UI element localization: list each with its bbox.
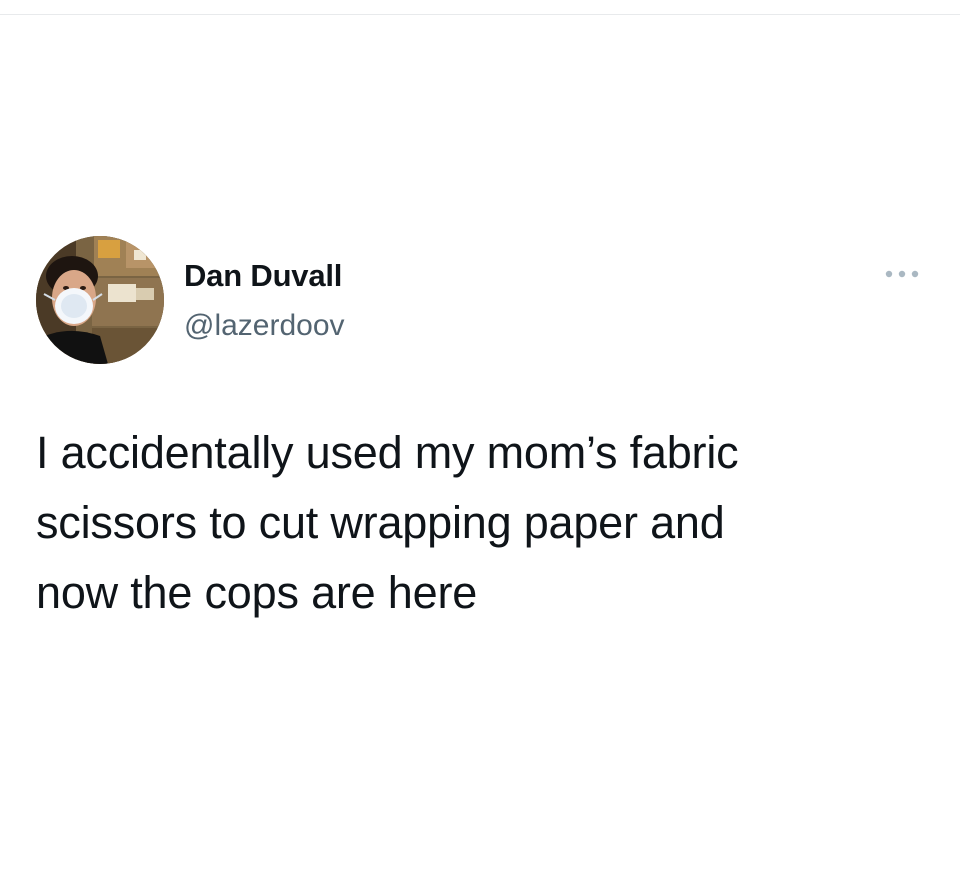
profile-photo-icon	[36, 236, 164, 364]
avatar[interactable]	[36, 236, 164, 364]
tweet-card: Dan Duvall @lazerdoov I accidentally use…	[0, 0, 960, 873]
more-options-button[interactable]	[878, 260, 926, 288]
more-options-icon	[885, 270, 919, 278]
tweet-text: I accidentally used my mom’s fabric scis…	[36, 427, 739, 618]
display-name[interactable]: Dan Duvall	[184, 256, 342, 296]
user-handle[interactable]: @lazerdoov	[184, 306, 345, 346]
